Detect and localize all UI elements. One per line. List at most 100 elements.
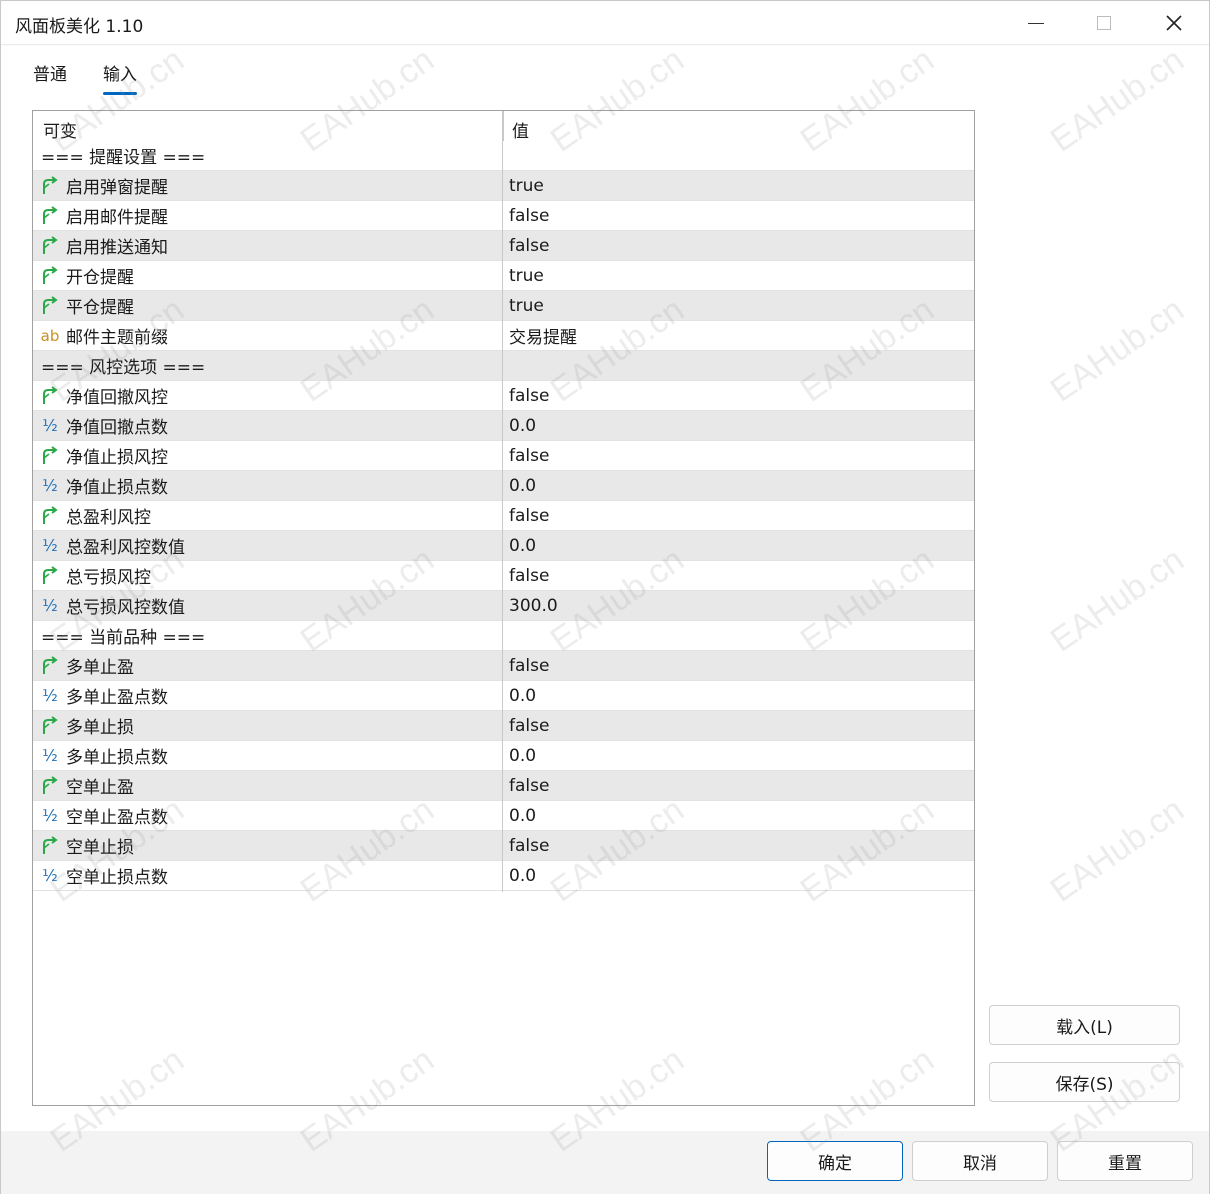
green-arrow-icon	[40, 175, 60, 196]
table-row[interactable]: 多单止损 false	[33, 711, 974, 741]
param-name-label: 多单止损	[66, 718, 134, 738]
green-arrow-icon	[40, 655, 60, 676]
param-value-cell[interactable]: 0.0	[503, 411, 974, 441]
param-name-cell: ½ 净值止损点数	[33, 471, 503, 501]
param-value-cell[interactable]: false	[503, 831, 974, 861]
table-row[interactable]: ab 邮件主题前缀 交易提醒	[33, 321, 974, 351]
grid-header: 可变 值	[33, 111, 974, 142]
green-arrow-icon	[40, 775, 60, 796]
param-value-cell	[503, 621, 974, 651]
table-row[interactable]: 启用推送通知 false	[33, 231, 974, 261]
tab-bar: 普通 输入	[33, 60, 137, 95]
tab-inputs[interactable]: 输入	[103, 60, 137, 95]
table-row[interactable]: ½ 总盈利风控数值 0.0	[33, 531, 974, 561]
column-divider[interactable]	[502, 111, 503, 892]
maximize-icon	[1097, 16, 1111, 30]
param-name-cell: ½ 空单止盈点数	[33, 801, 503, 831]
param-name-cell: ½ 多单止损点数	[33, 741, 503, 771]
param-value-cell[interactable]: 0.0	[503, 741, 974, 771]
param-name-label: 空单止损点数	[66, 868, 168, 888]
table-row[interactable]: 总亏损风控 false	[33, 561, 974, 591]
half-icon: ½	[42, 536, 58, 555]
table-row[interactable]: 开仓提醒 true	[33, 261, 974, 291]
table-row[interactable]: ½ 多单止盈点数 0.0	[33, 681, 974, 711]
table-row[interactable]: ½ 总亏损风控数值 300.0	[33, 591, 974, 621]
param-value-cell[interactable]: true	[503, 291, 974, 321]
param-value-cell[interactable]: 0.0	[503, 801, 974, 831]
param-name-label: 平仓提醒	[66, 298, 134, 318]
tab-general[interactable]: 普通	[33, 60, 67, 92]
table-row[interactable]: ½ 空单止损点数 0.0	[33, 861, 974, 891]
param-name-cell: 空单止盈	[33, 771, 503, 801]
param-name-cell: 净值回撤风控	[33, 381, 503, 411]
title-bar: 风面板美化 1.10	[1, 1, 1209, 45]
param-value-cell[interactable]: 300.0	[503, 591, 974, 621]
table-row[interactable]: ½ 空单止盈点数 0.0	[33, 801, 974, 831]
table-row[interactable]: 平仓提醒 true	[33, 291, 974, 321]
section-row[interactable]: === 风控选项 ===	[33, 351, 974, 381]
header-value[interactable]: 值	[503, 111, 974, 142]
table-row[interactable]: 多单止盈 false	[33, 651, 974, 681]
param-name-cell: ½ 空单止损点数	[33, 861, 503, 891]
param-name-label: 空单止盈点数	[66, 808, 168, 828]
param-name-label: === 风控选项 ===	[41, 358, 206, 378]
table-row[interactable]: 净值回撤风控 false	[33, 381, 974, 411]
table-row[interactable]: 总盈利风控 false	[33, 501, 974, 531]
param-value-cell[interactable]: false	[503, 651, 974, 681]
param-value-cell[interactable]: false	[503, 201, 974, 231]
table-row[interactable]: 启用弹窗提醒 true	[33, 171, 974, 201]
param-value-cell[interactable]: true	[503, 171, 974, 201]
param-name-cell: 启用推送通知	[33, 231, 503, 261]
param-name-cell: 平仓提醒	[33, 291, 503, 321]
param-name-cell: 启用邮件提醒	[33, 201, 503, 231]
param-value-cell[interactable]: 0.0	[503, 471, 974, 501]
param-value-cell[interactable]: false	[503, 501, 974, 531]
param-name-cell: ½ 净值回撤点数	[33, 411, 503, 441]
header-variable[interactable]: 可变	[33, 111, 503, 142]
param-name-cell: ½ 总盈利风控数值	[33, 531, 503, 561]
param-value-cell[interactable]: 0.0	[503, 681, 974, 711]
param-value-cell[interactable]: false	[503, 441, 974, 471]
param-name-cell: 空单止损	[33, 831, 503, 861]
green-arrow-icon	[40, 445, 60, 466]
table-row[interactable]: 空单止盈 false	[33, 771, 974, 801]
param-name-cell: 多单止损	[33, 711, 503, 741]
green-arrow-icon	[40, 235, 60, 256]
load-button[interactable]: 载入(L)	[989, 1005, 1180, 1045]
close-button[interactable]	[1139, 1, 1209, 45]
table-row[interactable]: 净值止损风控 false	[33, 441, 974, 471]
section-row[interactable]: === 当前品种 ===	[33, 621, 974, 651]
param-name-cell: 净值止损风控	[33, 441, 503, 471]
ab-icon: ab	[40, 326, 60, 345]
table-row[interactable]: ½ 多单止损点数 0.0	[33, 741, 974, 771]
table-row[interactable]: ½ 净值止损点数 0.0	[33, 471, 974, 501]
cancel-button[interactable]: 取消	[912, 1141, 1048, 1181]
param-value-cell[interactable]: 0.0	[503, 861, 974, 891]
param-name-label: 空单止损	[66, 838, 134, 858]
param-value-cell[interactable]: false	[503, 381, 974, 411]
param-name-cell: 总亏损风控	[33, 561, 503, 591]
ok-button[interactable]: 确定	[767, 1141, 903, 1181]
param-value-cell[interactable]: false	[503, 561, 974, 591]
green-arrow-icon	[40, 385, 60, 406]
param-value-cell[interactable]: false	[503, 231, 974, 261]
reset-button[interactable]: 重置	[1057, 1141, 1193, 1181]
half-icon: ½	[42, 686, 58, 705]
param-value-cell[interactable]: false	[503, 711, 974, 741]
table-row[interactable]: ½ 净值回撤点数 0.0	[33, 411, 974, 441]
param-name-label: 多单止损点数	[66, 748, 168, 768]
section-row[interactable]: === 提醒设置 ===	[33, 141, 974, 171]
table-row[interactable]: 空单止损 false	[33, 831, 974, 861]
param-name-label: 总盈利风控数值	[66, 538, 185, 558]
half-icon: ½	[42, 806, 58, 825]
maximize-button[interactable]	[1069, 1, 1139, 45]
param-value-cell[interactable]: true	[503, 261, 974, 291]
dialog-footer: 确定 取消 重置	[1, 1131, 1209, 1194]
param-value-cell[interactable]: 0.0	[503, 531, 974, 561]
minimize-button[interactable]	[1001, 1, 1071, 45]
param-value-cell[interactable]: 交易提醒	[503, 321, 974, 351]
param-value-cell[interactable]: false	[503, 771, 974, 801]
param-name-label: 总亏损风控	[66, 568, 151, 588]
table-row[interactable]: 启用邮件提醒 false	[33, 201, 974, 231]
save-button[interactable]: 保存(S)	[989, 1062, 1180, 1102]
